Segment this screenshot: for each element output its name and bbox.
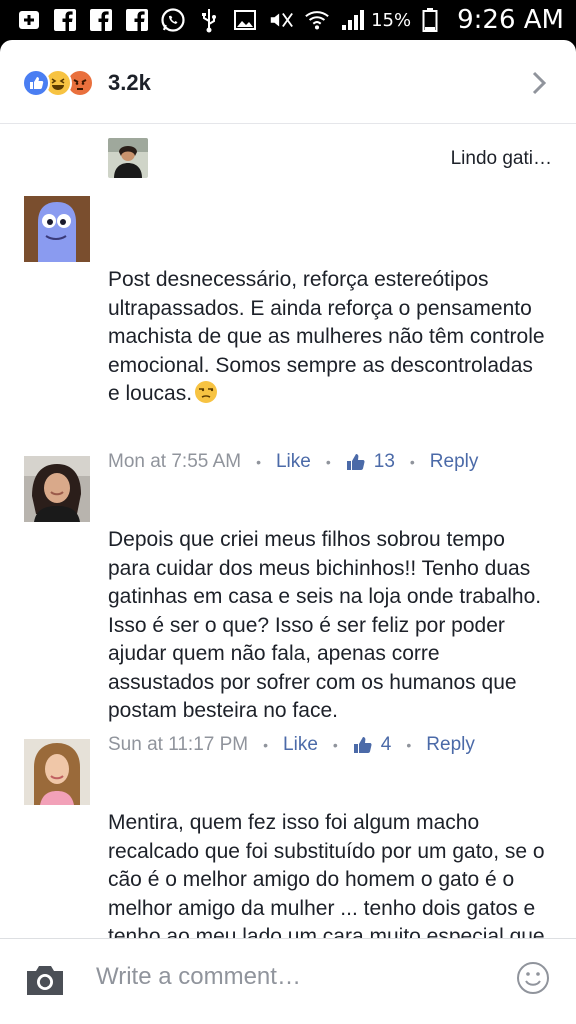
reply-preview-text: Lindo gati…: [450, 148, 552, 169]
comment-item: Depois que criei meus filhos sobrou temp…: [0, 456, 576, 755]
facebook-icon: [124, 7, 150, 33]
whatsapp-icon: [160, 7, 186, 33]
add-box-icon: [16, 7, 42, 33]
camera-icon[interactable]: [24, 963, 66, 997]
battery-percent: 15%: [371, 9, 412, 31]
usb-icon: [196, 7, 222, 33]
battery-icon: [417, 7, 443, 33]
facebook-icon: [52, 7, 78, 33]
emoji-smiley-icon[interactable]: [516, 961, 550, 995]
reaction-count: 3.2k: [108, 70, 151, 95]
comment-composer: [0, 938, 576, 1024]
reaction-icons: [22, 69, 106, 97]
comment-text: Depois que criei meus filhos sobrou temp…: [108, 528, 542, 722]
comment-text: Post desnecessário, reforça estereótipos…: [108, 268, 545, 405]
comments-sheet: 3.2k Lindo gati… Post desnecessário, ref…: [0, 40, 576, 1024]
chevron-right-icon[interactable]: [530, 70, 548, 101]
comment-item: Mentira, quem fez isso foi algum macho r…: [0, 739, 576, 977]
wifi-icon: [304, 7, 330, 33]
reactions-bar[interactable]: 3.2k: [0, 40, 576, 124]
clock: 9:26 AM: [457, 5, 564, 35]
mute-icon: [268, 7, 294, 33]
comment-author-avatar[interactable]: [24, 739, 90, 805]
comment-author-avatar[interactable]: [24, 456, 90, 522]
reply-preview[interactable]: Lindo gati…: [0, 126, 576, 190]
image-icon: [232, 7, 258, 33]
reply-author-avatar[interactable]: [108, 138, 148, 178]
like-reaction-icon: [22, 69, 50, 97]
facebook-icon: [88, 7, 114, 33]
comment-input[interactable]: [96, 963, 496, 991]
status-bar: 15% 9:26 AM: [0, 0, 576, 40]
unamused-face-icon: [194, 380, 218, 404]
comment-author-avatar[interactable]: [24, 196, 90, 262]
comment-item: Post desnecessário, reforça estereótipos…: [0, 190, 576, 490]
signal-icon: [340, 7, 366, 33]
